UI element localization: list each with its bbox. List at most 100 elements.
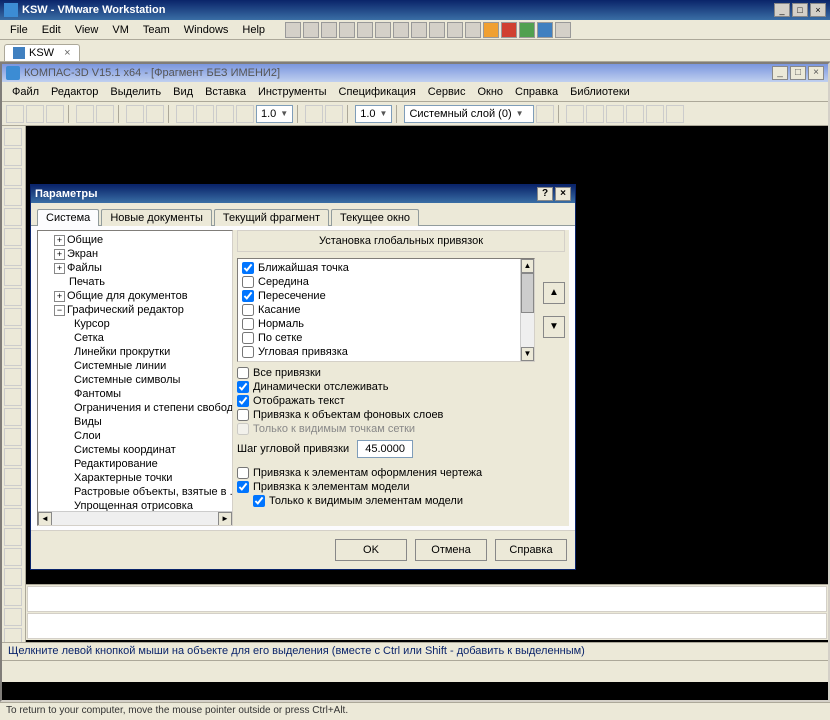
expand-icon[interactable]: + — [54, 235, 65, 246]
opt-decor[interactable]: Привязка к элементам оформления чертежа — [237, 466, 565, 480]
side-tool[interactable] — [4, 188, 22, 206]
k-tool-btn[interactable] — [606, 105, 624, 123]
menu-team[interactable]: Team — [137, 22, 176, 38]
k-tool-btn[interactable] — [646, 105, 664, 123]
menu-help[interactable]: Help — [236, 22, 271, 38]
side-tool[interactable] — [4, 468, 22, 486]
k-tool-btn[interactable] — [586, 105, 604, 123]
tree-item[interactable]: Слои — [40, 429, 230, 443]
vm-tool-icon[interactable] — [375, 22, 391, 38]
k-tool-zoom[interactable] — [196, 105, 214, 123]
side-tool[interactable] — [4, 588, 22, 606]
snap-checkbox[interactable] — [242, 304, 254, 316]
move-down-button[interactable]: ▼ — [543, 316, 565, 338]
tab-system[interactable]: Система — [37, 209, 99, 226]
opt-bg-layers[interactable]: Привязка к объектам фоновых слоев — [237, 408, 565, 422]
k-tool-btn[interactable] — [666, 105, 684, 123]
k-tool-btn[interactable] — [325, 105, 343, 123]
tree-item[interactable]: Виды — [40, 415, 230, 429]
menu-edit[interactable]: Edit — [36, 22, 67, 38]
opt-all-snaps[interactable]: Все привязки — [237, 366, 565, 380]
kmenu-help[interactable]: Справка — [509, 84, 564, 100]
side-tool[interactable] — [4, 228, 22, 246]
vm-tool-icon[interactable] — [303, 22, 319, 38]
side-tool[interactable] — [4, 248, 22, 266]
tree-item[interactable]: Системные линии — [40, 359, 230, 373]
side-tool[interactable] — [4, 128, 22, 146]
kompas-maximize-button[interactable]: □ — [790, 66, 806, 80]
snap-row[interactable]: Середина — [240, 275, 532, 289]
vm-tool-icon[interactable] — [537, 22, 553, 38]
tree-item[interactable]: Печать — [40, 275, 230, 289]
expand-icon[interactable]: + — [54, 291, 65, 302]
vm-stop-icon[interactable] — [501, 22, 517, 38]
opt-model[interactable]: Привязка к элементам модели — [237, 480, 565, 494]
checkbox[interactable] — [237, 381, 249, 393]
k-scale-combo[interactable]: 1.0▼ — [355, 105, 392, 123]
kmenu-spec[interactable]: Спецификация — [333, 84, 422, 100]
side-tool[interactable] — [4, 408, 22, 426]
side-tool[interactable] — [4, 308, 22, 326]
snap-row[interactable]: По сетке — [240, 331, 532, 345]
snap-row[interactable]: Ближайшая точка — [240, 261, 532, 275]
opt-show-text[interactable]: Отображать текст — [237, 394, 565, 408]
vm-tool-icon[interactable] — [357, 22, 373, 38]
k-tool-zoom[interactable] — [236, 105, 254, 123]
snap-checkbox[interactable] — [242, 276, 254, 288]
k-tool-cut[interactable] — [126, 105, 144, 123]
menu-file[interactable]: File — [4, 22, 34, 38]
kmenu-select[interactable]: Выделить — [104, 84, 167, 100]
side-tool[interactable] — [4, 488, 22, 506]
checkbox[interactable] — [237, 467, 249, 479]
scroll-left-icon[interactable]: ◄ — [38, 512, 52, 526]
vm-play-icon[interactable] — [519, 22, 535, 38]
tree-hscroll[interactable]: ◄ ► — [38, 511, 232, 525]
snap-checkbox[interactable] — [242, 332, 254, 344]
side-tool[interactable] — [4, 608, 22, 626]
kmenu-insert[interactable]: Вставка — [199, 84, 252, 100]
vm-pause-icon[interactable] — [483, 22, 499, 38]
side-tool[interactable] — [4, 168, 22, 186]
checkbox[interactable] — [237, 481, 249, 493]
kmenu-service[interactable]: Сервис — [422, 84, 472, 100]
side-tool[interactable] — [4, 208, 22, 226]
kompas-close-button[interactable]: × — [808, 66, 824, 80]
tree-item[interactable]: Характерные точки — [40, 471, 230, 485]
snap-row[interactable]: Нормаль — [240, 317, 532, 331]
scroll-thumb[interactable] — [521, 273, 534, 313]
tree-item[interactable]: +Общие для документов — [40, 289, 230, 303]
kompas-minimize-button[interactable]: _ — [772, 66, 788, 80]
vm-tool-icon[interactable] — [321, 22, 337, 38]
angle-step-input[interactable] — [357, 440, 413, 458]
scroll-up-icon[interactable]: ▲ — [521, 259, 534, 273]
move-up-button[interactable]: ▲ — [543, 282, 565, 304]
expand-icon[interactable]: + — [54, 263, 65, 274]
side-tool[interactable] — [4, 288, 22, 306]
kmenu-window[interactable]: Окно — [471, 84, 509, 100]
side-tool[interactable] — [4, 268, 22, 286]
checkbox[interactable] — [237, 367, 249, 379]
vm-tool-icon[interactable] — [447, 22, 463, 38]
k-tool-new[interactable] — [6, 105, 24, 123]
vm-tab-close-icon[interactable]: × — [64, 47, 70, 59]
k-tool-zoom[interactable] — [216, 105, 234, 123]
tree-item[interactable]: +Экран — [40, 247, 230, 261]
close-button[interactable]: × — [810, 3, 826, 17]
kmenu-editor[interactable]: Редактор — [45, 84, 104, 100]
menu-vm[interactable]: VM — [106, 22, 135, 38]
menu-windows[interactable]: Windows — [178, 22, 235, 38]
k-zoom-combo[interactable]: 1.0▼ — [256, 105, 293, 123]
snap-row[interactable]: Касание — [240, 303, 532, 317]
tree-item[interactable]: Курсор — [40, 317, 230, 331]
scroll-down-icon[interactable]: ▼ — [521, 347, 534, 361]
vm-tool-icon[interactable] — [339, 22, 355, 38]
k-tool-save[interactable] — [46, 105, 64, 123]
vm-tool-icon[interactable] — [429, 22, 445, 38]
side-tool[interactable] — [4, 548, 22, 566]
snap-checkbox[interactable] — [242, 346, 254, 358]
kmenu-libs[interactable]: Библиотеки — [564, 84, 636, 100]
snap-checkbox[interactable] — [242, 290, 254, 302]
help-button[interactable]: Справка — [495, 539, 567, 561]
tree-item[interactable]: Системные символы — [40, 373, 230, 387]
snap-row[interactable]: Пересечение — [240, 289, 532, 303]
